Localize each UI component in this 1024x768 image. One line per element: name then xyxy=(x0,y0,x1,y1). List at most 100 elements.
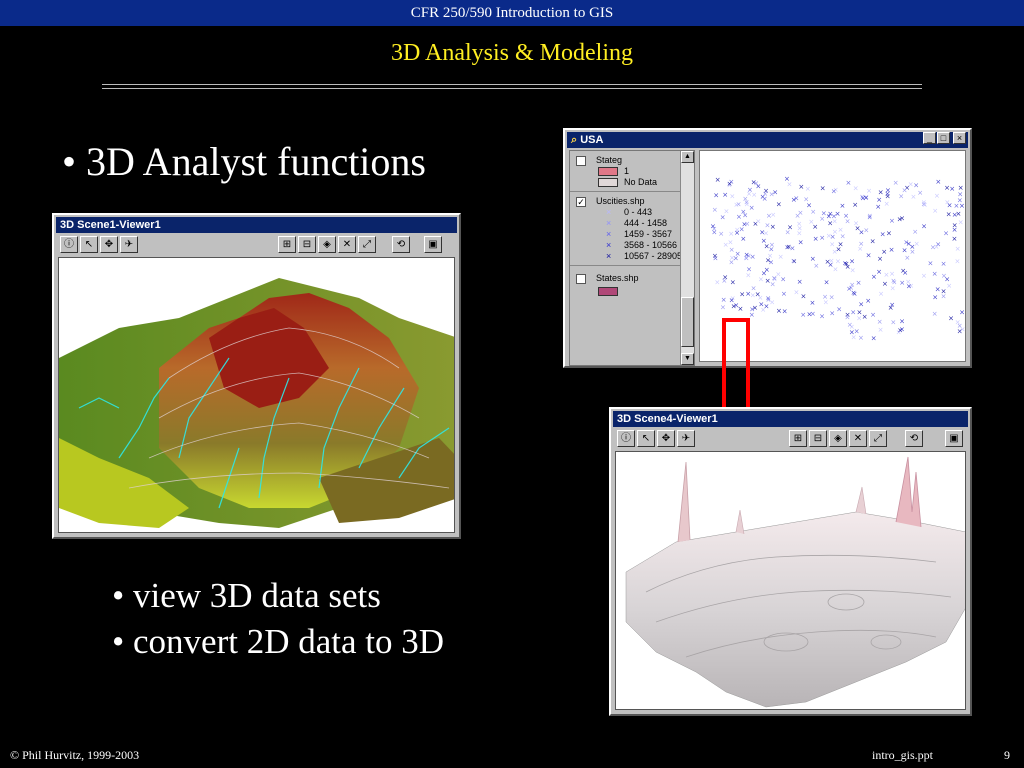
scene1-toolbar: ⓘ ↖ ✥ ✈ ⊞ ⊟ ◈ ✕ ⤢ ⟲ ▣ xyxy=(56,234,457,256)
scene4-view[interactable] xyxy=(615,451,966,710)
city-point: × xyxy=(917,189,923,197)
rotate-icon[interactable]: ⟲ xyxy=(392,236,410,253)
city-point: × xyxy=(846,179,852,187)
city-point: × xyxy=(758,275,764,283)
legend-swatch-nodata xyxy=(598,178,618,187)
city-point: × xyxy=(755,183,761,191)
minimize-icon[interactable]: _ xyxy=(923,132,936,144)
center-icon[interactable]: ◈ xyxy=(829,430,847,447)
city-point: × xyxy=(881,248,887,256)
city-point: × xyxy=(796,220,802,228)
legend-label-1: 1 xyxy=(624,166,630,176)
city-point: × xyxy=(849,329,855,337)
layer-uscities-name: Uscities.shp xyxy=(596,196,645,206)
scene4-titlebar[interactable]: 3D Scene4-Viewer1 xyxy=(613,411,968,427)
city-point: × xyxy=(955,245,961,253)
layer-uscities-checkbox[interactable]: ✓ xyxy=(576,197,586,207)
title-rule-bottom xyxy=(102,88,922,89)
city-point: × xyxy=(813,235,819,243)
city-point: × xyxy=(878,290,884,298)
identify-icon[interactable]: ⓘ xyxy=(617,430,635,447)
city-point: × xyxy=(810,208,816,216)
city-point: × xyxy=(891,277,897,285)
scroll-thumb[interactable] xyxy=(681,297,694,347)
city-point: × xyxy=(752,304,758,312)
scene1-titlebar[interactable]: 3D Scene1-Viewer1 xyxy=(56,217,457,233)
city-point: × xyxy=(930,244,936,252)
class-label-5: 10567 - 28905 xyxy=(624,251,683,261)
city-point: × xyxy=(772,189,778,197)
city-point: × xyxy=(813,262,819,270)
city-point: × xyxy=(952,235,958,243)
zoom-in-icon[interactable]: ⊞ xyxy=(278,236,296,253)
zoom-out-icon[interactable]: ⊟ xyxy=(809,430,827,447)
fly-icon[interactable]: ✈ xyxy=(677,430,695,447)
city-point: × xyxy=(948,315,954,323)
city-point: × xyxy=(857,245,863,253)
fly-icon[interactable]: ✈ xyxy=(120,236,138,253)
city-marker-icon: × xyxy=(606,240,612,250)
layer-states-checkbox[interactable] xyxy=(576,274,586,284)
city-point: × xyxy=(952,226,958,234)
full-extent-icon[interactable]: ✕ xyxy=(849,430,867,447)
maximize-icon[interactable]: □ xyxy=(937,132,950,144)
city-point: × xyxy=(829,257,835,265)
sub-bullet-view: • view 3D data sets xyxy=(112,576,381,615)
city-point: × xyxy=(877,255,883,263)
city-point: × xyxy=(906,240,912,248)
close-icon[interactable]: × xyxy=(953,132,966,144)
usa-titlebar[interactable]: ⌕ USA xyxy=(567,132,968,148)
scene1-window[interactable]: 3D Scene1-Viewer1 ⓘ ↖ ✥ ✈ ⊞ ⊟ ◈ ✕ ⤢ ⟲ ▣ xyxy=(52,213,461,539)
city-point: × xyxy=(729,246,735,254)
city-point: × xyxy=(745,272,751,280)
navigate-icon[interactable]: ✥ xyxy=(100,236,118,253)
city-point: × xyxy=(866,252,872,260)
zoom-extent-icon[interactable]: ⤢ xyxy=(358,236,376,253)
city-point: × xyxy=(876,268,882,276)
scene1-view[interactable] xyxy=(58,257,455,533)
save-icon[interactable]: ▣ xyxy=(424,236,442,253)
city-point: × xyxy=(791,257,797,265)
save-icon[interactable]: ▣ xyxy=(945,430,963,447)
view-icon: ⌕ xyxy=(571,134,578,146)
scene4-window[interactable]: 3D Scene4-Viewer1 ⓘ ↖ ✥ ✈ ⊞ ⊟ ◈ ✕ ⤢ ⟲ ▣ xyxy=(609,407,972,716)
city-point: × xyxy=(871,273,877,281)
city-point: × xyxy=(934,192,940,200)
identify-icon[interactable]: ⓘ xyxy=(60,236,78,253)
city-point: × xyxy=(776,201,782,209)
select-icon[interactable]: ↖ xyxy=(80,236,98,253)
scroll-down-icon[interactable]: ▼ xyxy=(681,353,694,365)
city-point: × xyxy=(712,206,718,214)
city-point: × xyxy=(960,326,966,334)
city-point: × xyxy=(780,275,786,283)
zoom-extent-icon[interactable]: ⤢ xyxy=(869,430,887,447)
class-label-3: 1459 - 3567 xyxy=(624,229,673,239)
class-label-2: 444 - 1458 xyxy=(624,218,668,228)
zoom-out-icon[interactable]: ⊟ xyxy=(298,236,316,253)
zoom-in-icon[interactable]: ⊞ xyxy=(789,430,807,447)
city-point: × xyxy=(884,200,890,208)
city-point: × xyxy=(958,219,964,227)
city-point: × xyxy=(947,201,953,209)
city-point: × xyxy=(787,180,793,188)
table-of-contents: Stateg 1 No Data ✓ Uscities.shp × 0 - 44… xyxy=(569,150,695,366)
terrain-3d-image xyxy=(59,278,454,528)
city-point: × xyxy=(958,184,964,192)
surface-3d-image xyxy=(625,456,965,708)
city-point: × xyxy=(845,263,851,271)
city-point: × xyxy=(850,266,856,274)
scroll-up-icon[interactable]: ▲ xyxy=(681,151,694,163)
toc-scrollbar[interactable]: ▲ ▼ xyxy=(680,151,694,365)
rotate-icon[interactable]: ⟲ xyxy=(905,430,923,447)
select-icon[interactable]: ↖ xyxy=(637,430,655,447)
navigate-icon[interactable]: ✥ xyxy=(657,430,675,447)
city-point: × xyxy=(829,293,835,301)
city-point: × xyxy=(763,230,769,238)
city-point: × xyxy=(770,281,776,289)
layer-stateg-checkbox[interactable] xyxy=(576,156,586,166)
city-point: × xyxy=(805,185,811,193)
full-extent-icon[interactable]: ✕ xyxy=(338,236,356,253)
center-icon[interactable]: ◈ xyxy=(318,236,336,253)
city-point: × xyxy=(871,335,877,343)
city-point: × xyxy=(720,304,726,312)
